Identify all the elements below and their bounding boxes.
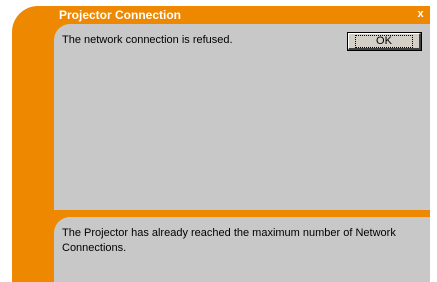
dialog-title: Projector Connection [59,8,182,22]
ok-button-label: OK [355,34,413,48]
message-panel: The network connection is refused. OK [54,24,430,210]
panel-divider [12,210,430,217]
detail-text: The Projector has already reached the ma… [62,227,396,254]
projector-connection-dialog: Projector Connection x The network conne… [12,6,430,282]
close-icon: x [417,8,424,20]
close-button[interactable]: x [414,8,427,21]
detail-panel: The Projector has already reached the ma… [54,217,430,282]
screen-frame: Projector Connection x The network conne… [0,0,437,282]
ok-button[interactable]: OK [347,32,422,51]
message-text: The network connection is refused. [62,34,233,46]
